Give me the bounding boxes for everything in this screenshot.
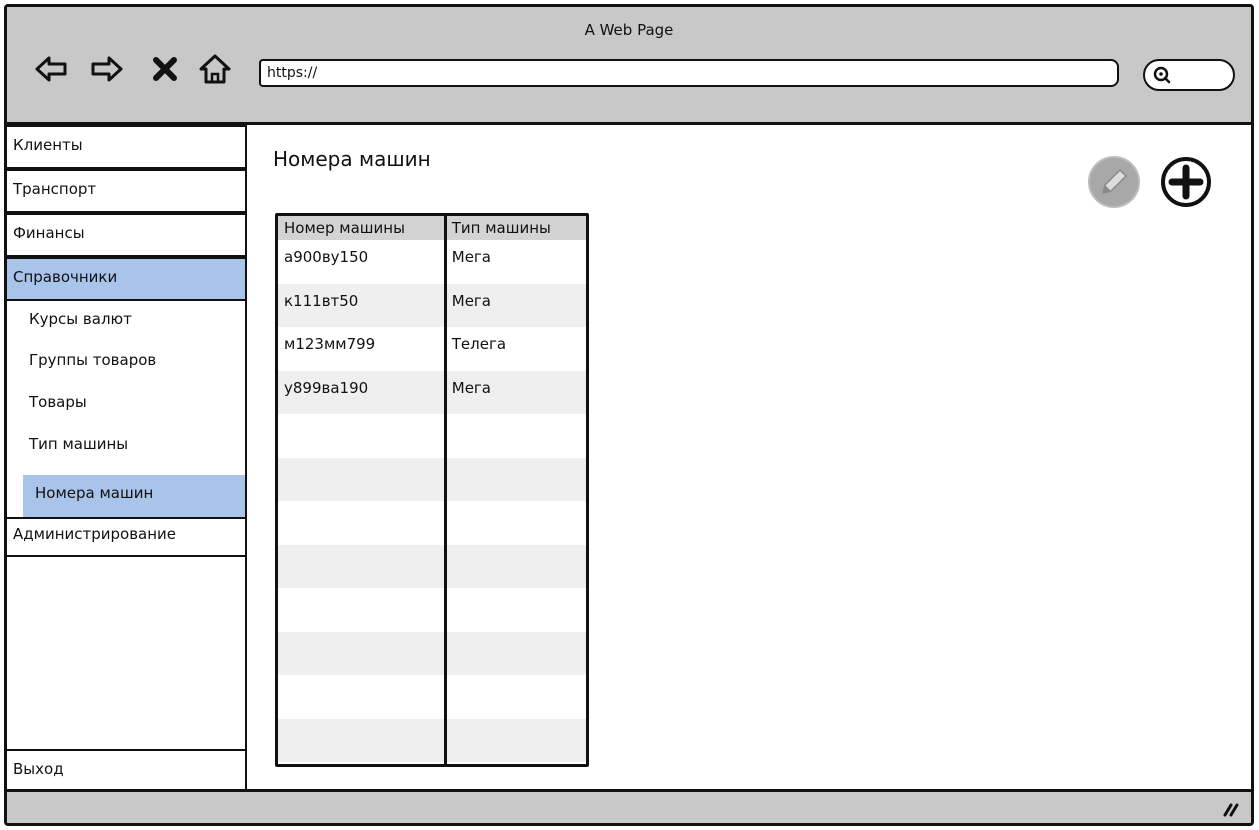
table-row-empty bbox=[278, 501, 586, 545]
browser-window: A Web Page https:// Клиенты Транспорт Фи… bbox=[4, 4, 1254, 826]
status-bar bbox=[7, 789, 1251, 823]
table-row[interactable]: к111вт50 Мега bbox=[278, 283, 586, 327]
home-icon bbox=[199, 54, 231, 84]
table-row-empty bbox=[278, 588, 586, 632]
cell-plate: м123мм799 bbox=[284, 335, 376, 353]
stop-button[interactable] bbox=[147, 51, 183, 87]
sidebar-subitem-products[interactable]: Товары bbox=[7, 384, 247, 426]
cell-plate: у899ва190 bbox=[278, 370, 446, 414]
cell-type: Мега bbox=[451, 248, 491, 266]
column-header-type[interactable]: Тип машины bbox=[445, 216, 586, 240]
window-title: A Web Page bbox=[584, 21, 674, 39]
license-plates-table: Номер машины Тип машины а900ву150 Мега к… bbox=[275, 213, 589, 767]
sidebar-subitem-vehicle-type[interactable]: Тип машины bbox=[7, 426, 247, 468]
sidebar-item-clients[interactable]: Клиенты bbox=[7, 125, 247, 169]
home-button[interactable] bbox=[197, 51, 233, 87]
pencil-icon bbox=[1088, 156, 1140, 208]
sidebar-spacer bbox=[7, 468, 247, 475]
table-row-empty bbox=[278, 675, 586, 719]
browser-toolbar: A Web Page https:// bbox=[7, 7, 1251, 125]
back-button[interactable] bbox=[33, 51, 69, 87]
table-row[interactable]: у899ва190 Мега bbox=[278, 370, 586, 414]
table-row-empty bbox=[278, 457, 586, 501]
sidebar-item-admin[interactable]: Администрирование bbox=[7, 517, 247, 557]
page-title: Номера машин bbox=[273, 147, 431, 171]
sidebar-subitem-license-plates[interactable]: Номера машин bbox=[23, 475, 247, 517]
edit-button[interactable] bbox=[1087, 155, 1141, 209]
sidebar-item-reference[interactable]: Справочники bbox=[7, 257, 247, 301]
url-input[interactable]: https:// bbox=[259, 59, 1119, 87]
resize-grip-icon[interactable] bbox=[1217, 795, 1241, 819]
table-row[interactable]: а900ву150 Мега bbox=[278, 240, 586, 284]
column-header-plate[interactable]: Номер машины bbox=[278, 216, 446, 240]
sidebar-item-logout[interactable]: Выход bbox=[7, 749, 247, 792]
add-button[interactable] bbox=[1159, 155, 1213, 209]
forward-arrow-icon bbox=[91, 56, 123, 82]
table-row-empty bbox=[278, 544, 586, 588]
sidebar-subitem-currency-rates[interactable]: Курсы валют bbox=[7, 301, 247, 342]
column-separator bbox=[444, 216, 447, 764]
forward-button[interactable] bbox=[89, 51, 125, 87]
back-arrow-icon bbox=[35, 56, 67, 82]
table-header-row: Номер машины Тип машины bbox=[278, 216, 586, 240]
search-button[interactable] bbox=[1143, 59, 1235, 91]
sidebar-subitem-product-groups[interactable]: Группы товаров bbox=[7, 342, 247, 384]
table-row-empty bbox=[278, 414, 586, 458]
close-x-icon bbox=[153, 57, 177, 81]
cell-plate: к111вт50 bbox=[278, 283, 446, 327]
sidebar-item-transport[interactable]: Транспорт bbox=[7, 169, 247, 213]
sidebar-nav: Клиенты Транспорт Финансы Справочники Ку… bbox=[7, 125, 249, 792]
cell-type: Телега bbox=[451, 335, 507, 353]
table-row-empty bbox=[278, 718, 586, 762]
sidebar-item-finance[interactable]: Финансы bbox=[7, 213, 247, 257]
cell-type: Мега bbox=[445, 283, 586, 327]
table-row[interactable]: м123мм799 Телега bbox=[278, 327, 586, 371]
table-row-empty bbox=[278, 631, 586, 675]
sidebar-empty-area bbox=[7, 555, 247, 751]
search-icon bbox=[1153, 66, 1171, 84]
cell-plate: а900ву150 bbox=[284, 248, 369, 266]
plus-circle-icon bbox=[1161, 157, 1211, 207]
cell-type: Мега bbox=[445, 370, 586, 414]
